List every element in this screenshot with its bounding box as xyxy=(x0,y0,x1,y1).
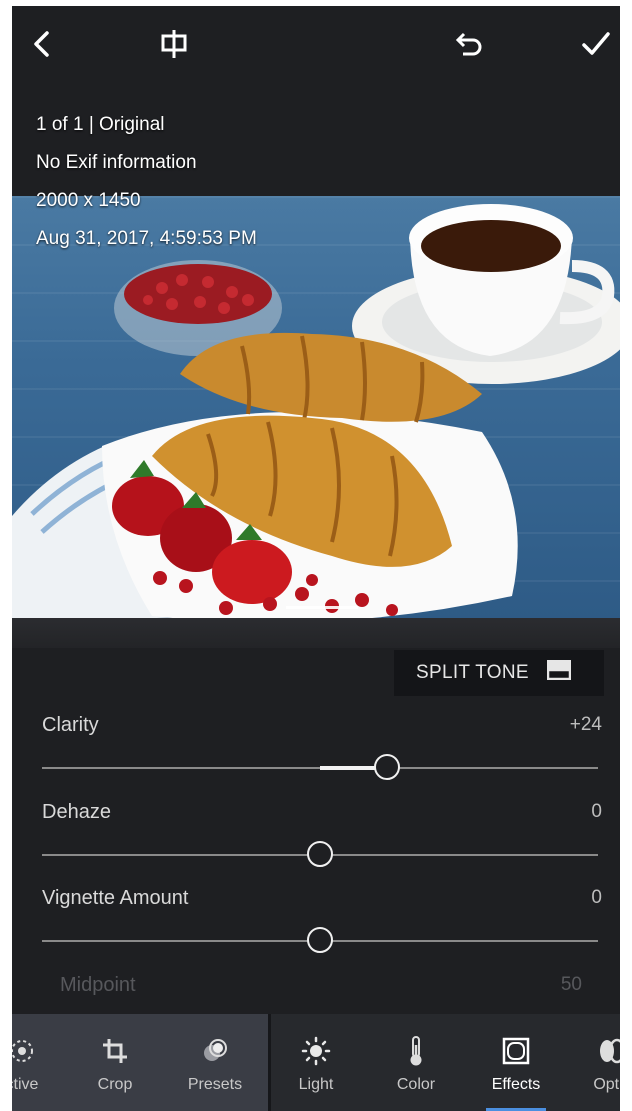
presets-icon xyxy=(200,1036,230,1066)
split-tone-label: SPLIT TONE xyxy=(416,662,529,683)
clarity-knob[interactable] xyxy=(373,754,400,780)
dehaze-value: 0 xyxy=(591,801,602,822)
split-tone-icon xyxy=(546,659,572,686)
clarity-value: +24 xyxy=(569,714,602,735)
tool-optics[interactable]: Optic xyxy=(562,1014,620,1111)
selective-icon xyxy=(12,1036,37,1066)
sun-icon xyxy=(301,1036,331,1066)
back-button[interactable] xyxy=(22,24,62,64)
chevron-left-icon xyxy=(34,31,49,57)
dehaze-label: Dehaze xyxy=(42,801,111,823)
app-window: 1 of 1 | Original No Exif information 20… xyxy=(12,6,620,1111)
midpoint-value: 50 xyxy=(560,974,582,995)
compare-icon xyxy=(161,30,187,58)
undo-icon xyxy=(455,32,482,56)
vignette-value: 0 xyxy=(591,887,602,908)
tool-color-label: Color xyxy=(396,1076,436,1093)
checkmark-icon xyxy=(582,32,610,55)
undo-button[interactable] xyxy=(448,24,488,64)
crop-icon xyxy=(100,1036,130,1066)
thermometer-icon xyxy=(401,1036,431,1066)
tool-presets-label: Presets xyxy=(187,1076,243,1093)
dimensions-label: 2000 x 1450 xyxy=(36,190,141,211)
vignette-label: Vignette Amount xyxy=(42,887,189,909)
photo-divider xyxy=(12,618,620,648)
tool-presets[interactable]: Presets xyxy=(165,1014,265,1111)
photo-count-label: 1 of 1 | Original xyxy=(36,114,165,135)
tool-light[interactable]: Light xyxy=(266,1014,366,1111)
tool-color[interactable]: Color xyxy=(366,1014,466,1111)
top-bar xyxy=(12,6,620,84)
tool-effects-label: Effects xyxy=(491,1076,541,1093)
photo-canvas[interactable] xyxy=(12,196,620,621)
date-label: Aug 31, 2017, 4:59:53 PM xyxy=(36,228,257,249)
optics-icon xyxy=(597,1036,620,1066)
split-tone-button[interactable]: SPLIT TONE xyxy=(394,650,604,696)
tool-light-label: Light xyxy=(298,1076,334,1093)
compare-button[interactable] xyxy=(154,24,194,64)
exif-label: No Exif information xyxy=(36,152,197,173)
clarity-label: Clarity xyxy=(42,714,99,736)
vignette-icon xyxy=(501,1036,531,1066)
vignette-knob[interactable] xyxy=(307,927,333,953)
tool-crop[interactable]: Crop xyxy=(65,1014,165,1111)
dehaze-knob[interactable] xyxy=(307,841,333,867)
tool-optics-label: Optic xyxy=(593,1076,620,1093)
tool-selective-label: ctive xyxy=(12,1076,39,1093)
tool-crop-label: Crop xyxy=(97,1076,133,1093)
midpoint-label: Midpoint xyxy=(60,974,136,996)
tool-selective[interactable]: ctive xyxy=(12,1014,72,1111)
tool-effects[interactable]: Effects xyxy=(466,1014,566,1111)
bottom-toolbar: ctive Crop Presets Light xyxy=(12,1014,620,1111)
done-button[interactable] xyxy=(576,24,616,64)
photo-info: 1 of 1 | Original No Exif information 20… xyxy=(36,106,257,258)
photo-image xyxy=(12,204,620,621)
